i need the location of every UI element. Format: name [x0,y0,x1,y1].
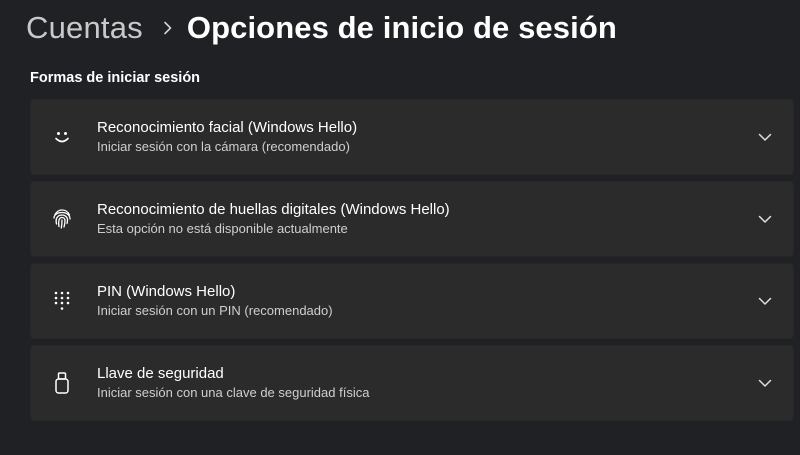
chevron-down-icon[interactable] [757,211,773,227]
option-facial-recognition[interactable]: Reconocimiento facial (Windows Hello) In… [30,99,794,175]
option-text: Reconocimiento de huellas digitales (Win… [97,200,450,238]
option-title: Reconocimiento facial (Windows Hello) [97,119,358,136]
option-subtitle: Iniciar sesión con una clave de segurida… [97,385,370,400]
option-subtitle: Iniciar sesión con un PIN (recomendado) [97,303,333,318]
fingerprint-icon [49,206,75,232]
face-smile-icon [49,124,75,150]
option-subtitle: Iniciar sesión con la cámara (recomendad… [97,139,350,154]
chevron-down-icon[interactable] [757,375,773,391]
option-title: Llave de seguridad [97,365,224,382]
option-text: Llave de seguridad Iniciar sesión con un… [97,364,369,402]
chevron-right-icon [163,21,173,35]
option-title: PIN (Windows Hello) [97,283,236,300]
section-title: Formas de iniciar sesión [30,70,201,86]
pin-keypad-icon [49,288,75,314]
page-title: Opciones de inicio de sesión [186,10,617,45]
security-key-icon [49,370,75,396]
option-security-key[interactable]: Llave de seguridad Iniciar sesión con un… [30,345,794,421]
settings-page: Cuentas Opciones de inicio de sesión For… [0,0,800,455]
chevron-down-icon[interactable] [757,129,773,145]
breadcrumb: Cuentas Opciones de inicio de sesión [26,8,617,48]
sign-in-options-list: Reconocimiento facial (Windows Hello) In… [30,99,794,427]
chevron-down-icon[interactable] [757,293,773,309]
option-text: Reconocimiento facial (Windows Hello) In… [97,118,357,156]
option-text: PIN (Windows Hello) Iniciar sesión con u… [97,282,333,320]
option-pin[interactable]: PIN (Windows Hello) Iniciar sesión con u… [30,263,794,339]
option-subtitle: Esta opción no está disponible actualmen… [97,221,348,236]
option-title: Reconocimiento de huellas digitales (Win… [97,201,450,218]
breadcrumb-parent-cuentas[interactable]: Cuentas [26,10,143,46]
option-fingerprint[interactable]: Reconocimiento de huellas digitales (Win… [30,181,794,257]
